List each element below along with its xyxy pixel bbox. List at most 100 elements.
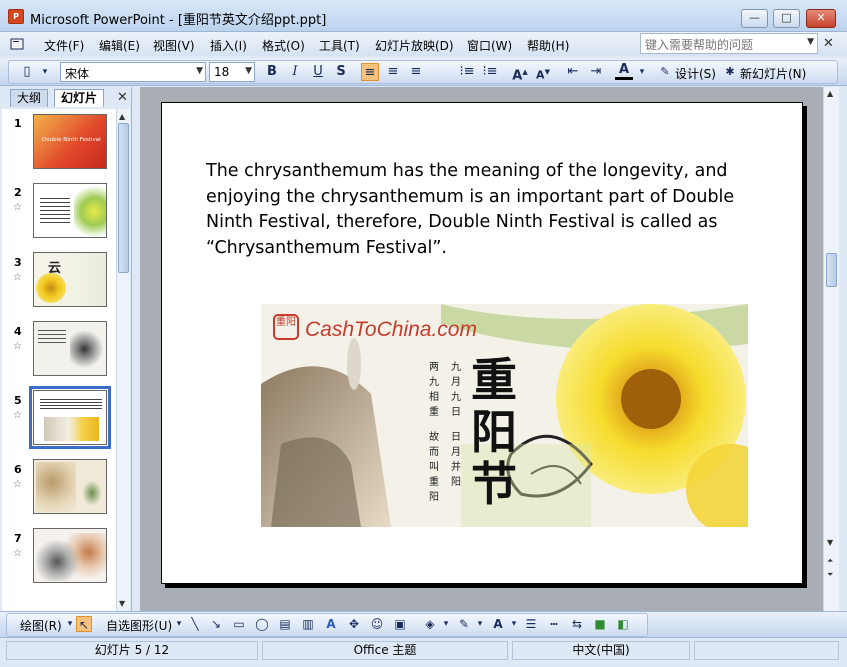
draw-font-color-icon[interactable]: A bbox=[490, 616, 506, 632]
decrease-font-icon[interactable]: A▼ bbox=[534, 63, 552, 82]
slide-number: 7 bbox=[14, 532, 22, 545]
slide-thumbnail-5[interactable] bbox=[29, 386, 111, 449]
line-icon[interactable]: ╲ bbox=[187, 616, 203, 632]
fill-color-icon[interactable]: ◈ bbox=[422, 616, 438, 632]
chevron-down-icon[interactable]: ▾ bbox=[506, 616, 522, 632]
slide-scrollbar[interactable]: ▲ ▼ ⏶ ⏷ bbox=[823, 87, 839, 611]
chevron-down-icon[interactable]: ▾ bbox=[633, 63, 651, 81]
scroll-up-icon[interactable]: ▲ bbox=[827, 89, 833, 98]
slide-canvas: The chrysanthemum has the meaning of the… bbox=[140, 87, 823, 611]
chevron-down-icon[interactable]: ▼ bbox=[196, 66, 203, 76]
font-name-select[interactable]: 宋体 ▼ bbox=[60, 62, 206, 82]
line-style-icon[interactable]: ☰ bbox=[523, 616, 539, 632]
help-question-input[interactable]: 键入需要帮助的问题 ▼ bbox=[640, 33, 818, 54]
menu-view[interactable]: 视图(V) bbox=[153, 37, 195, 54]
line-color-icon[interactable]: ✎ bbox=[456, 616, 472, 632]
dash-style-icon[interactable]: ┅ bbox=[546, 616, 562, 632]
draw-menu-button[interactable]: 绘图(R) bbox=[20, 617, 62, 634]
animation-star-icon: ☆ bbox=[13, 202, 22, 213]
menu-window[interactable]: 窗口(W) bbox=[467, 37, 512, 54]
tab-slides[interactable]: 幻灯片 bbox=[54, 89, 105, 107]
close-pane-icon[interactable]: ✕ bbox=[117, 90, 128, 105]
menu-tools[interactable]: 工具(T) bbox=[319, 37, 360, 54]
text-box-icon[interactable]: ▤ bbox=[277, 616, 293, 632]
slide-thumbnail-7[interactable] bbox=[33, 528, 107, 583]
help-question-placeholder: 键入需要帮助的问题 bbox=[645, 38, 754, 52]
animation-star-icon: ☆ bbox=[13, 341, 22, 352]
chevron-down-icon[interactable]: ▾ bbox=[472, 616, 488, 632]
animation-star-icon: ☆ bbox=[13, 410, 22, 421]
scrollbar-thumb[interactable] bbox=[118, 123, 129, 273]
design-icon[interactable]: ✎ bbox=[656, 63, 674, 81]
rectangle-icon[interactable]: ▭ bbox=[231, 616, 247, 632]
arrow-icon[interactable]: ↘ bbox=[208, 616, 224, 632]
slide-thumbnail-1[interactable]: Double Ninth Festival bbox=[33, 114, 107, 169]
previous-slide-icon[interactable]: ⏶ bbox=[827, 556, 833, 566]
new-slide-icon[interactable]: ✱ bbox=[721, 63, 739, 81]
chevron-down-icon[interactable]: ▼ bbox=[245, 66, 252, 76]
menu-file[interactable]: 文件(F) bbox=[44, 37, 84, 54]
menu-format[interactable]: 格式(O) bbox=[262, 37, 305, 54]
slide: The chrysanthemum has the meaning of the… bbox=[161, 102, 803, 584]
arrow-style-icon[interactable]: ⇆ bbox=[569, 616, 585, 632]
toolbar-options-icon[interactable]: ▾ bbox=[36, 63, 54, 81]
increase-indent-icon[interactable]: ⇥ bbox=[587, 63, 605, 81]
font-color-icon[interactable]: A bbox=[615, 63, 633, 80]
slide-thumbnail-6[interactable] bbox=[33, 459, 107, 514]
3d-style-icon[interactable]: ◧ bbox=[615, 616, 631, 632]
scroll-down-icon[interactable]: ▼ bbox=[827, 538, 833, 547]
shadow-icon[interactable]: S bbox=[332, 63, 350, 81]
insert-picture-icon[interactable]: ▣ bbox=[392, 616, 408, 632]
slide-thumbnail-4[interactable] bbox=[33, 321, 107, 376]
menu-insert[interactable]: 插入(I) bbox=[210, 37, 247, 54]
align-right-icon[interactable]: ≡ bbox=[407, 63, 425, 81]
select-pointer-icon[interactable]: ↖ bbox=[76, 616, 92, 632]
slide-thumbnail-3[interactable]: 云 bbox=[33, 252, 107, 307]
decrease-indent-icon[interactable]: ⇤ bbox=[564, 63, 582, 81]
scroll-up-icon[interactable]: ▲ bbox=[119, 112, 125, 121]
tab-outline[interactable]: 大纲 bbox=[10, 89, 49, 107]
menu-edit[interactable]: 编辑(E) bbox=[99, 37, 140, 54]
chevron-down-icon[interactable]: ▾ bbox=[171, 616, 187, 632]
next-slide-icon[interactable]: ⏷ bbox=[827, 570, 833, 580]
powerpoint-app-icon[interactable]: P bbox=[8, 9, 24, 24]
thumbnail-scrollbar[interactable]: ▲ ▼ bbox=[116, 109, 130, 611]
slide-number: 6 bbox=[14, 463, 22, 476]
autoshapes-button[interactable]: 自选图形(U) bbox=[106, 617, 172, 634]
diagram-icon[interactable]: ✥ bbox=[346, 616, 362, 632]
slide-thumbnail-2[interactable] bbox=[33, 183, 107, 238]
festival-image[interactable]: 重阳 CashToChina.com 九月九日 两九相重 日月并阳 故而叫重阳 … bbox=[261, 304, 748, 527]
increase-font-icon[interactable]: A▲ bbox=[511, 63, 529, 83]
vertical-text-box-icon[interactable]: ▥ bbox=[300, 616, 316, 632]
italic-icon[interactable]: I bbox=[286, 63, 304, 81]
underline-icon[interactable]: U bbox=[309, 63, 327, 81]
font-size-select[interactable]: 18 ▼ bbox=[209, 62, 255, 82]
chevron-down-icon[interactable]: ▼ bbox=[807, 37, 814, 47]
bullet-list-icon[interactable]: ⁝≡ bbox=[481, 63, 499, 81]
menu-slideshow[interactable]: 幻灯片放映(D) bbox=[375, 37, 454, 54]
oval-icon[interactable]: ◯ bbox=[254, 616, 270, 632]
new-slide-button[interactable]: 新幻灯片(N) bbox=[740, 65, 806, 82]
align-left-icon[interactable]: ≡ bbox=[361, 63, 379, 81]
status-theme: Office 主题 bbox=[262, 641, 508, 660]
close-button[interactable]: ✕ bbox=[806, 9, 836, 28]
scroll-down-icon[interactable]: ▼ bbox=[119, 599, 125, 608]
shadow-style-icon[interactable]: ■ bbox=[592, 616, 608, 632]
minimize-button[interactable]: — bbox=[741, 9, 768, 28]
chevron-down-icon[interactable]: ▾ bbox=[438, 616, 454, 632]
new-document-icon[interactable]: ▯ bbox=[18, 63, 36, 81]
align-center-icon[interactable]: ≡ bbox=[384, 63, 402, 81]
menu-help[interactable]: 帮助(H) bbox=[527, 37, 569, 54]
cashtochina-logo: CashToChina.com bbox=[305, 318, 477, 341]
clipart-icon[interactable]: ☺ bbox=[369, 616, 385, 632]
design-button[interactable]: 设计(S) bbox=[675, 65, 716, 82]
bold-icon[interactable]: B bbox=[263, 63, 281, 81]
slides-pane: 大纲 幻灯片 ✕ 1 Double Ninth Festival 2 ☆ 3 ☆… bbox=[0, 87, 132, 611]
window-title: Microsoft PowerPoint - [重阳节英文介绍ppt.ppt] bbox=[30, 13, 327, 28]
wordart-icon[interactable]: A bbox=[323, 616, 339, 632]
document-close-icon[interactable]: ✕ bbox=[823, 36, 834, 51]
scrollbar-thumb[interactable] bbox=[826, 253, 837, 287]
slide-body-text[interactable]: The chrysanthemum has the meaning of the… bbox=[206, 159, 766, 261]
numbered-list-icon[interactable]: ⁝≡ bbox=[458, 63, 476, 81]
maximize-button[interactable]: □ bbox=[773, 9, 800, 28]
